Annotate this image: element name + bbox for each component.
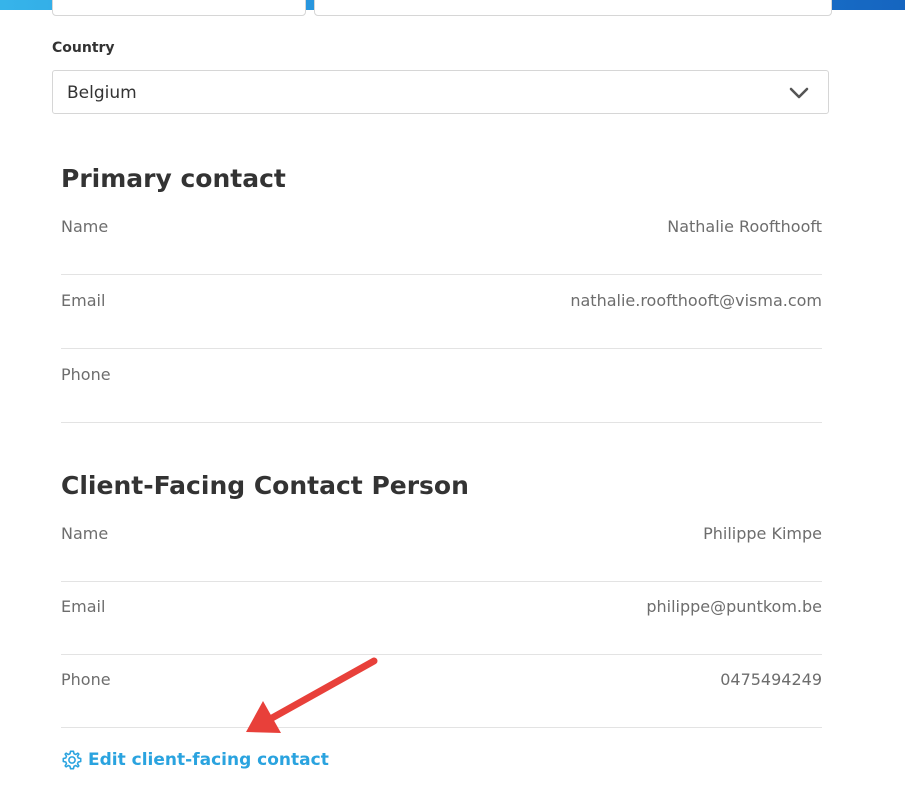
country-select[interactable]: Belgium (52, 70, 829, 114)
edit-link-label: Edit client-facing contact (88, 750, 329, 770)
edit-client-facing-contact-link[interactable]: Edit client-facing contact (61, 747, 329, 773)
row-value: nathalie.roofthooft@visma.com (570, 291, 822, 310)
row-value: Philippe Kimpe (703, 524, 822, 543)
chevron-down-icon (789, 87, 809, 99)
row-value: 0475494249 (720, 670, 822, 689)
country-label: Country (52, 40, 115, 56)
row-value: Nathalie Roofthooft (667, 217, 822, 236)
country-selected-value: Belgium (67, 83, 137, 103)
row-label: Phone (61, 670, 111, 689)
primary-contact-name-row: Name Nathalie Roofthooft (61, 201, 822, 275)
client-contact-name-row: Name Philippe Kimpe (61, 508, 822, 582)
primary-contact-email-row: Email nathalie.roofthooft@visma.com (61, 275, 822, 349)
row-value: philippe@puntkom.be (646, 597, 822, 616)
row-label: Email (61, 597, 106, 616)
primary-contact-title: Primary contact (61, 164, 286, 193)
row-label: Name (61, 217, 109, 236)
address-field-partial-2[interactable] (314, 0, 832, 16)
row-label: Name (61, 524, 109, 543)
client-facing-contact-title: Client-Facing Contact Person (61, 471, 469, 500)
client-contact-email-row: Email philippe@puntkom.be (61, 581, 822, 655)
gear-icon (62, 750, 82, 770)
primary-contact-phone-row: Phone (61, 349, 822, 423)
client-contact-phone-row: Phone 0475494249 (61, 654, 822, 728)
row-label: Email (61, 291, 106, 310)
address-field-partial[interactable] (52, 0, 306, 16)
row-label: Phone (61, 365, 111, 384)
